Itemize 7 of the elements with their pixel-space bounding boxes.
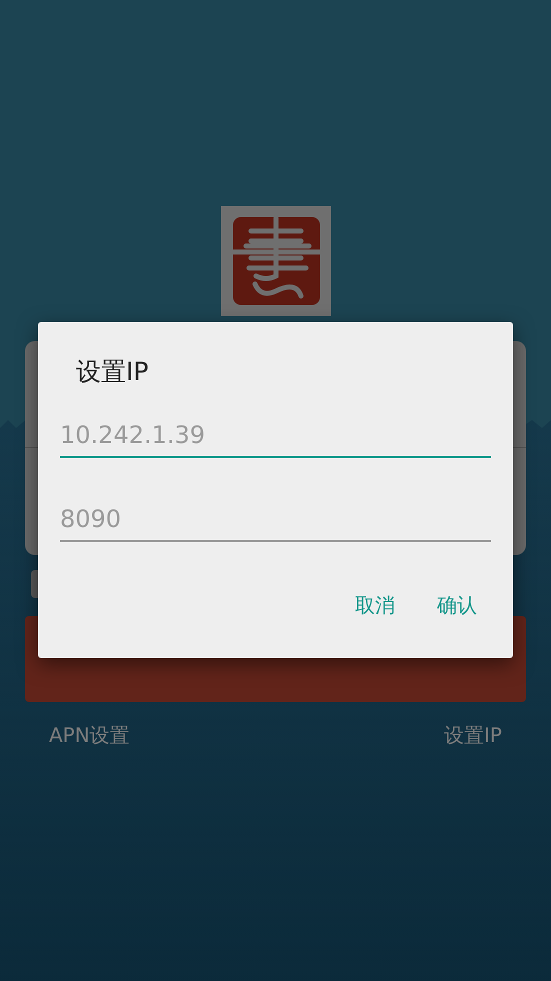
settings-link[interactable]: 设置IP: [444, 722, 502, 749]
input-field[interactable]: 10.242.1.39: [60, 414, 491, 458]
dialog-title: 设置IP: [75, 356, 150, 388]
settings-link[interactable]: APN设置: [49, 722, 130, 749]
input-field[interactable]: 8090: [60, 498, 491, 542]
dialog-button[interactable]: 取消: [341, 584, 409, 627]
dialog-button[interactable]: 确认: [423, 584, 491, 627]
